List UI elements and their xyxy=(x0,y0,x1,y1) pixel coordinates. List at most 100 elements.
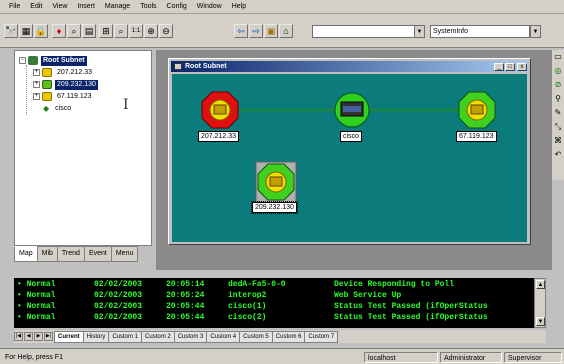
event-source: cisco(2) xyxy=(228,313,267,322)
menu-manage[interactable]: Manage xyxy=(100,0,135,14)
lock-icon[interactable]: 🔒 xyxy=(34,24,48,38)
menu-window[interactable]: Window xyxy=(192,0,227,14)
event-date: 02/02/2003 xyxy=(94,302,143,311)
tab-custom-1[interactable]: Custom 1 xyxy=(108,330,143,343)
node-label[interactable]: cisco xyxy=(340,131,362,142)
undo-icon[interactable]: ↶ xyxy=(553,150,563,160)
tree-root-label: Root Subnet xyxy=(41,55,87,66)
tree-item-67-119-123[interactable]: + 67.119.123 xyxy=(33,91,94,102)
tab-custom-6[interactable]: Custom 6 xyxy=(271,330,306,343)
event-row[interactable]: • Normal 02/02/2003 20:05:44 cisco(1) St… xyxy=(14,302,534,312)
tree-item-209-232-130[interactable]: + 209.232.130 xyxy=(33,79,98,90)
scroll-up-icon[interactable]: ▲ xyxy=(536,280,545,289)
event-message: Web Service Up xyxy=(334,291,402,300)
chevron-down-icon[interactable]: ▼ xyxy=(530,25,541,38)
move-icon[interactable]: ⤡ xyxy=(553,122,563,132)
tab-custom-7[interactable]: Custom 7 xyxy=(304,330,339,343)
maximize-button[interactable]: □ xyxy=(505,63,515,71)
zoom-fit-icon[interactable]: ⊞ xyxy=(99,24,113,38)
tab-current[interactable]: Current xyxy=(54,330,84,343)
menu-tools[interactable]: Tools xyxy=(135,0,161,14)
router-icon: ◆ xyxy=(43,104,50,113)
scroll-down-icon[interactable]: ▼ xyxy=(536,317,545,326)
event-severity: • Normal xyxy=(17,302,56,311)
zoom-actual-icon[interactable]: 1:1 xyxy=(129,24,143,38)
home-icon[interactable]: ⌂ xyxy=(279,24,293,38)
tab-mib[interactable]: Mib xyxy=(36,246,58,262)
tab-trend[interactable]: Trend xyxy=(56,246,85,262)
collapse-icon[interactable]: - xyxy=(19,57,26,64)
tab-menu[interactable]: Menu xyxy=(110,246,139,262)
menu-edit[interactable]: Edit xyxy=(25,0,47,14)
pointer-icon[interactable]: ▭ xyxy=(553,52,563,62)
map-icon[interactable]: ▣ xyxy=(264,24,278,38)
node-cisco-icon[interactable] xyxy=(334,92,370,128)
tab-custom-4[interactable]: Custom 4 xyxy=(206,330,241,343)
refresh-icon[interactable]: ◎ xyxy=(553,66,563,76)
link-icon[interactable]: ⊘ xyxy=(553,80,563,90)
tab-event[interactable]: Event xyxy=(83,246,112,262)
tree-item-label: 67.119.123 xyxy=(57,92,92,100)
grid-icon[interactable]: ▦ xyxy=(19,24,33,38)
prev-tab-icon[interactable]: ◀ xyxy=(24,332,33,341)
event-date: 02/02/2003 xyxy=(94,313,143,322)
menu-help[interactable]: Help xyxy=(227,0,251,14)
tab-custom-3[interactable]: Custom 3 xyxy=(173,330,208,343)
tree-guide xyxy=(26,65,27,115)
first-tab-icon[interactable]: |◀ xyxy=(14,332,23,341)
wand-icon[interactable]: ⚲ xyxy=(553,94,563,104)
tree-root[interactable]: - Root Subnet xyxy=(19,55,87,66)
event-time: 20:05:14 xyxy=(166,280,205,289)
node-207-212-33-icon[interactable] xyxy=(201,91,239,129)
menu-insert[interactable]: Insert xyxy=(72,0,100,14)
object-combo[interactable] xyxy=(312,25,424,38)
console-scrollbar[interactable]: ▲ ▼ xyxy=(534,278,546,328)
node-209-232-130-icon[interactable] xyxy=(255,161,297,205)
next-tab-icon[interactable]: ▶ xyxy=(34,332,43,341)
tree-item-cisco[interactable]: ◆ cisco xyxy=(43,103,73,114)
map-window-titlebar[interactable]: Root Subnet _ □ x xyxy=(171,61,528,72)
console-tabs: |◀ ◀ ▶ ▶| Current History Custom 1 Custo… xyxy=(14,330,546,343)
tree-item-207-212-33[interactable]: + 207.212.33 xyxy=(33,67,94,78)
view-combo[interactable]: SystemInfo xyxy=(430,25,530,38)
map-canvas[interactable]: 207.212.33 cisco 67.119.123 209.232.130 xyxy=(172,74,527,242)
pen-icon[interactable]: ✎ xyxy=(553,108,563,118)
event-row[interactable]: • Normal 02/02/2003 20:05:24 interop2 We… xyxy=(14,291,534,301)
event-source: interop2 xyxy=(228,291,267,300)
minimize-button[interactable]: _ xyxy=(494,63,504,71)
zoom-in-icon[interactable]: ⊕ xyxy=(144,24,158,38)
node-label[interactable]: 209.232.130 xyxy=(251,201,298,214)
event-message: Device Responding to Poll xyxy=(334,280,455,289)
find-device-icon[interactable]: ⌕ xyxy=(67,24,81,38)
chevron-down-icon[interactable]: ▼ xyxy=(414,25,425,38)
last-tab-icon[interactable]: ▶| xyxy=(44,332,53,341)
forward-icon[interactable]: ⇨ xyxy=(249,24,263,38)
alert-icon[interactable]: ♦ xyxy=(52,24,66,38)
menu-view[interactable]: View xyxy=(47,0,72,14)
expand-icon[interactable]: + xyxy=(33,69,40,76)
tab-map[interactable]: Map xyxy=(14,246,38,262)
device-icon xyxy=(42,68,52,77)
tab-history[interactable]: History xyxy=(82,330,110,343)
tab-custom-2[interactable]: Custom 2 xyxy=(141,330,175,343)
back-icon[interactable]: ⇦ xyxy=(234,24,248,38)
expand-icon[interactable]: + xyxy=(33,81,40,88)
menu-config[interactable]: Config xyxy=(162,0,192,14)
close-button[interactable]: x xyxy=(517,63,527,71)
search-icon[interactable]: ⌕ xyxy=(114,24,128,38)
tree-icon[interactable]: ⌘ xyxy=(553,136,563,146)
menu-file[interactable]: File xyxy=(4,0,25,14)
tree-item-label: 209.232.130 xyxy=(55,79,98,90)
device-icon xyxy=(42,80,52,89)
node-67-119-123-icon[interactable] xyxy=(458,91,496,129)
tab-custom-5[interactable]: Custom 5 xyxy=(239,330,273,343)
event-row[interactable]: • Normal 02/02/2003 20:05:44 cisco(2) St… xyxy=(14,313,534,323)
node-label[interactable]: 207.212.33 xyxy=(198,131,240,142)
main-toolbar: 🔭 ▦ 🔒 ♦ ⌕ ▤ ⊞ ⌕ 1:1 ⊕ ⊖ ⇦ ⇨ ▣ ⌂ ▼ System… xyxy=(0,14,564,48)
event-row[interactable]: • Normal 02/02/2003 20:05:14 dedA-Fa5-0-… xyxy=(14,280,534,290)
find-icon[interactable]: 🔭 xyxy=(4,24,18,38)
zoom-out-icon[interactable]: ⊖ xyxy=(159,24,173,38)
expand-icon[interactable]: + xyxy=(33,93,40,100)
select-icon[interactable]: ▤ xyxy=(82,24,96,38)
node-label[interactable]: 67.119.123 xyxy=(456,131,497,142)
